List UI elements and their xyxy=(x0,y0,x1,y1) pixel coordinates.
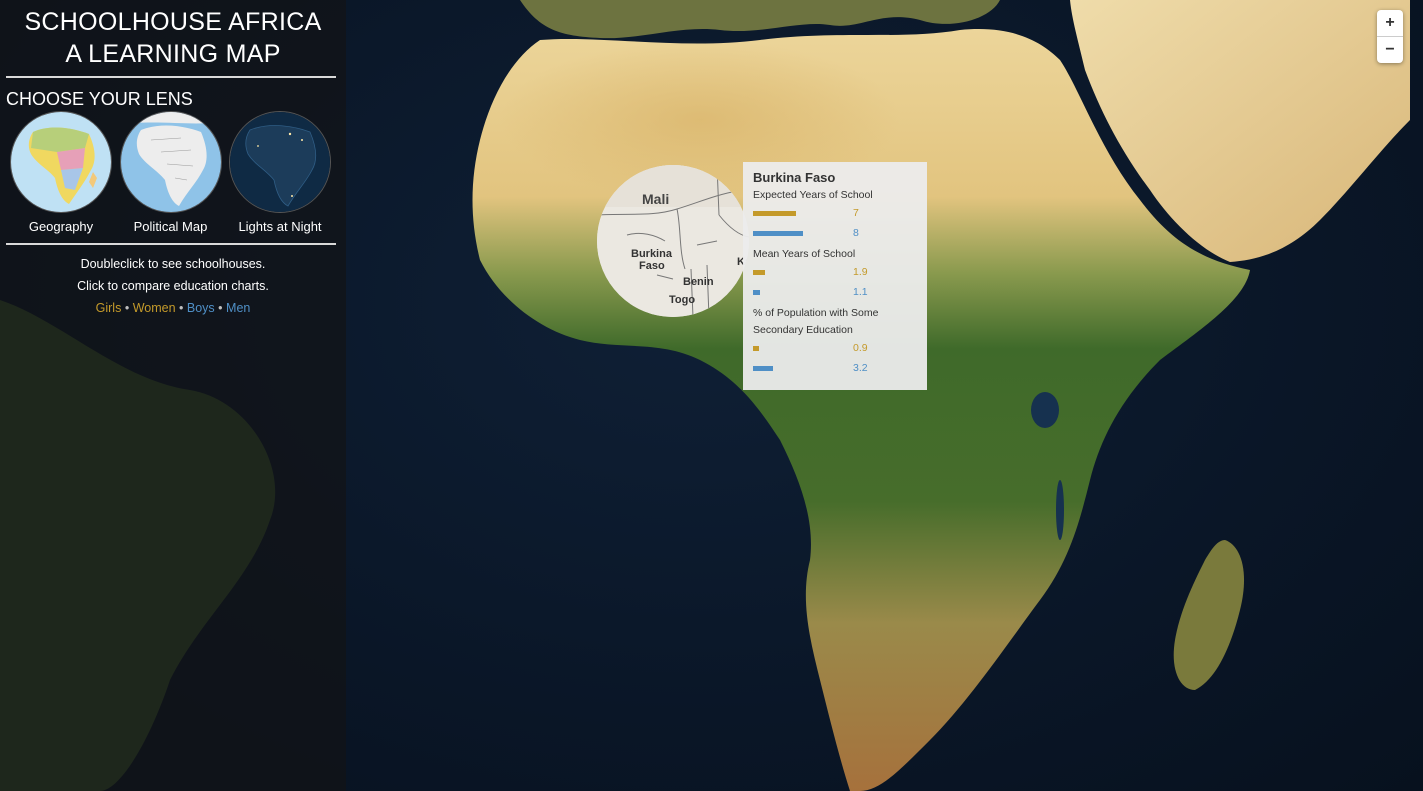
legend-separator: • xyxy=(124,301,130,315)
europe-land xyxy=(520,0,1000,39)
lake-malawi xyxy=(1056,480,1064,540)
lens-heading: CHOOSE YOUR LENS xyxy=(6,89,193,109)
lens-label: Lights at Night xyxy=(238,219,322,234)
male-bar xyxy=(753,231,803,236)
magnifier-label-togo: Togo xyxy=(669,294,695,306)
male-value: 3.2 xyxy=(853,362,868,374)
lens-label: Political Map xyxy=(133,219,208,234)
female-bar xyxy=(753,211,797,216)
political-map-thumbnail[interactable] xyxy=(119,111,222,213)
metric-label: % of Population with Some Secondary Educ… xyxy=(753,307,879,336)
male-bar-row: 8 xyxy=(753,224,917,244)
male-bar-row: 3.2 xyxy=(753,359,917,379)
male-bar xyxy=(753,366,773,371)
lens-geography[interactable]: Geography xyxy=(10,111,112,234)
legend-separator: • xyxy=(179,301,184,315)
metric-label: Expected Years of School xyxy=(753,189,873,201)
title-line-1: SCHOOLHOUSE AFRICA xyxy=(24,8,322,36)
zoom-out-button[interactable]: − xyxy=(1377,36,1403,63)
title-line-2: A LEARNING MAP xyxy=(65,40,281,68)
instruction-click: Click to compare education charts. xyxy=(77,279,269,293)
lake-victoria xyxy=(1031,392,1059,428)
madagascar-land xyxy=(1173,540,1245,690)
male-bar-row: 1.1 xyxy=(753,283,917,303)
male-value: 1.1 xyxy=(853,286,868,298)
popup-country-name: Burkina Faso xyxy=(753,170,836,185)
female-bar-row: 1.9 xyxy=(753,263,917,283)
zoom-in-button[interactable]: + xyxy=(1377,10,1403,36)
magnifier-lens: Mali Burkina Faso Benin Togo Ka xyxy=(597,165,749,317)
lens-political-map[interactable]: Political Map xyxy=(119,111,222,234)
female-value: 7 xyxy=(853,207,859,219)
legend: Girls • Women • Boys • Men xyxy=(0,297,346,319)
legend-girls: Girls xyxy=(95,301,122,315)
divider xyxy=(6,76,336,78)
female-bar-row: 0.9 xyxy=(753,339,917,359)
instructions: Doubleclick to see schoolhouses. Click t… xyxy=(0,253,346,297)
lens-label: Geography xyxy=(28,219,94,234)
magnifier-label-benin: Benin xyxy=(683,276,714,288)
male-value: 8 xyxy=(853,227,859,239)
magnifier-label-mali: Mali xyxy=(642,191,669,207)
legend-women: Women xyxy=(132,301,176,315)
metric-label: Mean Years of School xyxy=(753,248,856,260)
divider xyxy=(6,243,336,245)
male-bar xyxy=(753,290,760,295)
lights-at-night-thumbnail[interactable] xyxy=(229,111,331,213)
zoom-control: + − xyxy=(1377,10,1403,63)
legend-men: Men xyxy=(226,301,251,315)
lens-options: Geography Political Map Lights at Night xyxy=(0,111,346,234)
female-bar xyxy=(753,346,759,351)
female-value: 0.9 xyxy=(853,342,868,354)
legend-separator: • xyxy=(218,301,223,315)
legend-boys: Boys xyxy=(186,301,215,315)
magnifier-label-faso: Faso xyxy=(639,260,665,272)
country-popup: Burkina Faso Expected Years of School 7 … xyxy=(743,162,927,390)
sidebar: SCHOOLHOUSE AFRICA A LEARNING MAP CHOOSE… xyxy=(0,0,346,791)
lens-lights-at-night[interactable]: Lights at Night xyxy=(229,111,331,234)
geography-thumbnail[interactable] xyxy=(10,111,112,213)
female-bar xyxy=(753,270,765,275)
female-value: 1.9 xyxy=(853,266,868,278)
female-bar-row: 7 xyxy=(753,204,917,224)
app-title: SCHOOLHOUSE AFRICA A LEARNING MAP xyxy=(0,6,346,70)
instruction-doubleclick: Doubleclick to see schoolhouses. xyxy=(80,257,266,271)
magnifier-label-burkina: Burkina xyxy=(631,248,673,260)
